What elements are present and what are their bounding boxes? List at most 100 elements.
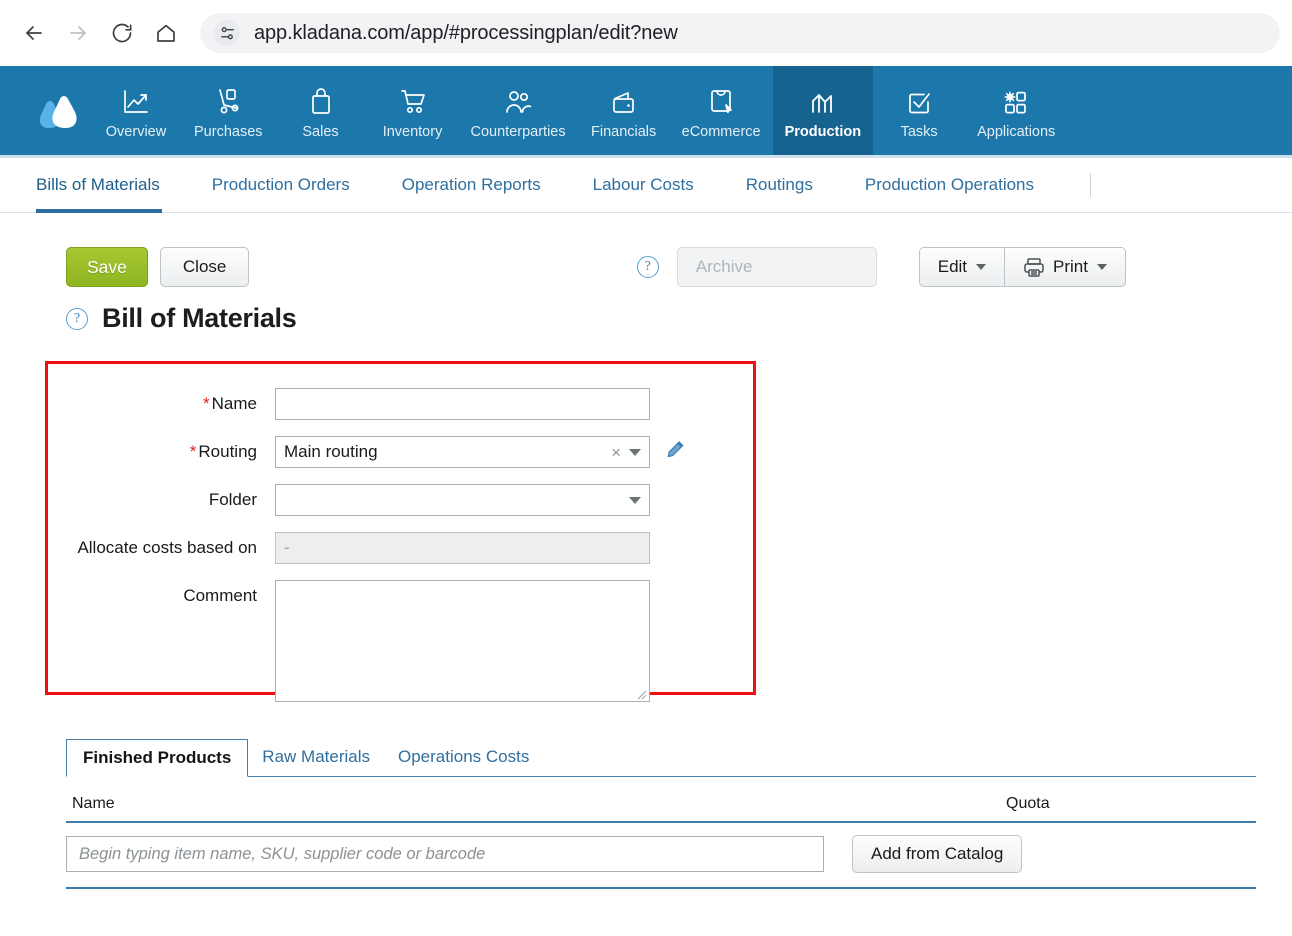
nav-item-overview[interactable]: Overview: [90, 66, 182, 158]
subnav-label: Operation Reports: [401, 175, 541, 194]
page-help-icon[interactable]: ?: [66, 307, 88, 330]
page-title: Bill of Materials: [102, 303, 297, 333]
nav-label: Counterparties: [470, 123, 566, 140]
forward-arrow-icon: [66, 21, 90, 45]
nav-item-tasks[interactable]: Tasks: [873, 66, 965, 158]
reload-button[interactable]: [100, 11, 144, 55]
column-header-name: Name: [72, 795, 115, 812]
subnav-label: Bills of Materials: [36, 175, 160, 194]
nav-item-applications[interactable]: Applications: [965, 66, 1067, 158]
tab-label: Operations Costs: [398, 747, 530, 766]
tab-raw-materials[interactable]: Raw Materials: [248, 738, 384, 776]
hand-truck-icon: [213, 85, 243, 117]
save-button[interactable]: Save: [66, 247, 148, 287]
label-text: Folder: [208, 490, 257, 509]
storefront-icon: [707, 85, 735, 117]
chart-line-icon: [120, 85, 152, 117]
tab-operations-costs[interactable]: Operations Costs: [384, 738, 543, 776]
products-table-row: Begin typing item name, SKU, supplier co…: [66, 823, 1256, 889]
nav-label: Purchases: [194, 123, 263, 140]
bill-of-materials-form-highlight: * Name * Routing Main routing × Folder A…: [45, 361, 756, 702]
nav-label: Sales: [302, 123, 339, 140]
nav-label: Overview: [105, 123, 167, 140]
edit-dropdown-button[interactable]: Edit: [918, 247, 1005, 287]
subnav-item-production-operations[interactable]: Production Operations: [839, 158, 1060, 212]
routing-label: * Routing: [48, 436, 275, 468]
tab-label: Finished Products: [83, 748, 232, 767]
column-header-quota: Quota: [1006, 795, 1050, 812]
comment-textarea[interactable]: [275, 580, 650, 702]
kladana-logo[interactable]: [24, 66, 90, 158]
address-bar[interactable]: app.kladana.com/app/#processingplan/edit…: [200, 13, 1280, 53]
subnav-item-labour-costs[interactable]: Labour Costs: [567, 158, 720, 212]
back-arrow-icon: [22, 21, 46, 45]
subnav-label: Production Orders: [211, 175, 350, 194]
name-label: * Name: [48, 388, 275, 420]
browser-toolbar: app.kladana.com/app/#processingplan/edit…: [0, 0, 1292, 66]
folder-select[interactable]: [275, 484, 650, 516]
main-navigation: Overview Purchases Sales Inventory Count…: [0, 66, 1292, 158]
help-icon[interactable]: ?: [636, 256, 659, 278]
home-icon: [154, 21, 178, 45]
item-search-input[interactable]: Begin typing item name, SKU, supplier co…: [66, 836, 824, 872]
nav-item-counterparties[interactable]: Counterparties: [459, 66, 578, 158]
label-text: Routing: [198, 442, 257, 461]
subnav-label: Labour Costs: [592, 175, 694, 194]
form-row-allocate-costs: Allocate costs based on -: [48, 532, 753, 564]
label-text: Name: [211, 394, 257, 413]
products-table-header: Name Quota: [66, 777, 1256, 823]
products-tab-bar: Finished Products Raw Materials Operatio…: [66, 737, 1256, 777]
tab-finished-products[interactable]: Finished Products: [66, 739, 249, 777]
nav-label: Tasks: [900, 123, 938, 140]
products-section: Finished Products Raw Materials Operatio…: [66, 737, 1256, 889]
edit-print-button-group: Edit Print: [918, 247, 1126, 287]
form-row-routing: * Routing Main routing ×: [48, 436, 753, 468]
back-button[interactable]: [12, 11, 56, 55]
wallet-icon: [609, 85, 639, 117]
print-dropdown-button[interactable]: Print: [1004, 247, 1126, 287]
print-label: Print: [1053, 257, 1088, 276]
document-toolbar: Save Close ? Archive Edit Print: [0, 213, 1292, 295]
label-text: Allocate costs based on: [77, 538, 257, 557]
nav-item-purchases[interactable]: Purchases: [182, 66, 275, 158]
subnav-item-bills-of-materials[interactable]: Bills of Materials: [36, 158, 186, 213]
apps-grid-icon: [1001, 85, 1031, 117]
resize-grip-icon[interactable]: [635, 687, 647, 700]
clear-icon[interactable]: ×: [611, 444, 621, 461]
subnav-item-routings[interactable]: Routings: [720, 158, 839, 212]
required-marker: *: [203, 394, 210, 413]
close-button[interactable]: Close: [159, 247, 250, 287]
forward-button[interactable]: [56, 11, 100, 55]
subnav-divider: [1090, 173, 1092, 197]
allocate-costs-label: Allocate costs based on: [48, 532, 275, 564]
nav-item-inventory[interactable]: Inventory: [367, 66, 459, 158]
subnav-item-operation-reports[interactable]: Operation Reports: [376, 158, 567, 212]
nav-label: Financials: [590, 123, 657, 140]
routing-edit-button[interactable]: [664, 436, 686, 468]
required-marker: *: [189, 442, 197, 461]
subnav-label: Routings: [745, 175, 813, 194]
pencil-icon: [664, 439, 686, 466]
form-row-comment: Comment: [48, 580, 753, 702]
nav-item-ecommerce[interactable]: eCommerce: [670, 66, 773, 158]
home-button[interactable]: [144, 11, 188, 55]
site-settings-icon[interactable]: [214, 20, 240, 46]
nav-item-sales[interactable]: Sales: [275, 66, 367, 158]
people-icon: [502, 85, 534, 117]
nav-label: Production: [784, 123, 862, 140]
archive-button: Archive: [676, 247, 877, 287]
nav-item-financials[interactable]: Financials: [578, 66, 670, 158]
subnav-label: Production Operations: [864, 175, 1035, 194]
chevron-down-icon[interactable]: [629, 448, 641, 456]
name-input[interactable]: [275, 388, 650, 420]
routing-value: Main routing: [284, 442, 378, 461]
nav-item-production[interactable]: Production: [772, 66, 874, 158]
section-navigation: Bills of Materials Production Orders Ope…: [0, 158, 1292, 213]
add-from-catalog-button[interactable]: Add from Catalog: [852, 835, 1023, 873]
allocate-costs-input: -: [275, 532, 650, 564]
chevron-down-icon[interactable]: [629, 496, 641, 504]
subnav-item-production-orders[interactable]: Production Orders: [186, 158, 376, 212]
nav-label: Inventory: [382, 123, 443, 140]
routing-select[interactable]: Main routing ×: [275, 436, 650, 468]
nav-label: Applications: [977, 123, 1056, 140]
